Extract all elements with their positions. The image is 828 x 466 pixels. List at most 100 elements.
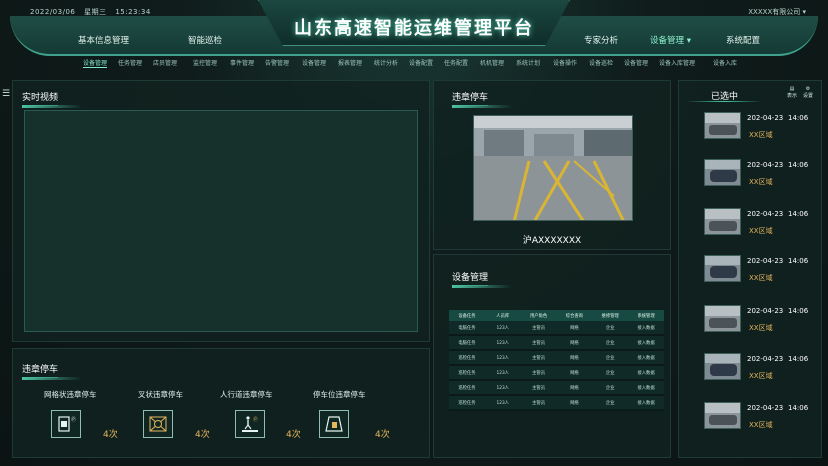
subnav-item[interactable]: 设备管理 (624, 58, 648, 67)
grid-parking-icon[interactable]: Ⓟ (51, 410, 81, 438)
table-row[interactable]: 巡检任务 123人 主管员 网络 企业 接入数据 (449, 396, 664, 411)
table-cell: 主管员 (532, 370, 546, 376)
nav-system-config[interactable]: 系统配置 (726, 34, 760, 46)
list-item[interactable]: 202-04-23 14:06 XX区域 (700, 305, 820, 349)
table-header: 设备任务 人员库 用户角色 综合查询 维修管理 系统管理 (449, 310, 664, 321)
list-item[interactable]: 202-04-23 14:06 XX区域 (700, 402, 820, 446)
table-cell: 网络 (570, 325, 579, 331)
nav-basic-info[interactable]: 基本信息管理 (78, 34, 129, 46)
item-area: XX区域 (749, 421, 773, 429)
list-item[interactable]: 202-04-23 14:06 XX区域 (700, 255, 820, 299)
column-header: 用户角色 (529, 313, 548, 319)
item-time: 14:06 (788, 404, 809, 412)
date: 2022/03/06 (30, 8, 76, 16)
subnav-item[interactable]: 系统计划 (516, 58, 540, 67)
item-date: 202-04-23 (747, 404, 784, 412)
subnav-item[interactable]: 机机管理 (480, 58, 504, 67)
subnav-item[interactable]: 告警管理 (265, 58, 289, 67)
table-cell: 123人 (496, 355, 509, 361)
nav-smart-inspection[interactable]: 智能巡检 (188, 34, 222, 46)
car-thumbnail (704, 159, 741, 186)
item-date: 202-04-23 (747, 307, 784, 315)
subnav-item[interactable]: 统计分析 (374, 58, 398, 67)
subnav-item[interactable]: 店员管理 (153, 58, 177, 67)
table-cell: 接入数据 (637, 370, 655, 376)
nav-expert-analysis[interactable]: 专家分析 (584, 34, 618, 46)
parking-photo[interactable] (473, 115, 633, 221)
table-row[interactable]: 电脑任务 123人 主管员 网络 企业 接入数据 (449, 321, 664, 336)
subnav-item[interactable]: 设备操作 (553, 58, 577, 67)
table-cell: 网络 (570, 400, 579, 406)
list-item[interactable]: 202-04-23 14:06 XX区域 (700, 353, 820, 397)
table-cell: 主管员 (532, 325, 546, 331)
violation-label: 叉状违章停车 (138, 390, 183, 399)
column-header: 设备任务 (458, 313, 476, 319)
subnav-item[interactable]: 设备配置 (409, 58, 433, 67)
device-table: 设备任务 人员库 用户角色 综合查询 维修管理 系统管理 电脑任务 123人 主… (449, 310, 664, 411)
subnav-item[interactable]: 设备入库 (713, 58, 737, 67)
subnav-item[interactable]: 任务配置 (444, 58, 468, 67)
list-view-button[interactable]: ▤ 表示 (785, 86, 799, 99)
cross-parking-icon[interactable] (143, 410, 173, 438)
parking-spot-icon[interactable] (319, 410, 349, 438)
violation-count: 4次 (286, 430, 301, 440)
table-row[interactable]: 巡检任务 123人 主管员 网络 企业 接入数据 (449, 381, 664, 396)
menu-icon[interactable]: ☰ (2, 90, 12, 99)
subnav-item[interactable]: 报表管理 (338, 58, 362, 67)
table-cell: 企业 (605, 325, 615, 331)
table-cell: 网络 (570, 355, 579, 361)
item-time: 14:06 (788, 114, 809, 122)
device-panel-title: 设备管理 (452, 270, 513, 288)
item-area: XX区域 (749, 324, 773, 332)
violation-label: 停车位违章停车 (313, 390, 366, 399)
table-cell: 主管员 (532, 340, 546, 346)
company-dropdown[interactable]: XXXXX有限公司 ▾ (748, 7, 806, 17)
table-cell: 巡检任务 (458, 370, 476, 376)
nav-device-management[interactable]: 设备管理 ▾ (650, 34, 691, 46)
violation-label: 人行道违章停车 (220, 390, 273, 399)
photo-panel-title: 违章停车 (452, 90, 513, 108)
table-cell: 巡检任务 (458, 385, 476, 391)
list-item[interactable]: 202-04-23 14:06 XX区域 (700, 112, 820, 156)
subnav-item[interactable]: 设备管理 (83, 58, 108, 68)
sidewalk-parking-icon[interactable]: Ⓟ (235, 410, 265, 438)
car-thumbnail (704, 305, 741, 332)
subnav-item[interactable]: 设备巡检 (589, 58, 613, 67)
table-cell: 接入数据 (637, 400, 655, 406)
svg-text:Ⓟ: Ⓟ (71, 416, 76, 423)
table-row[interactable]: 巡检任务 123人 主管员 网络 企业 接入数据 (449, 351, 664, 366)
item-date: 202-04-23 (747, 114, 784, 122)
item-area: XX区域 (749, 227, 773, 235)
column-header: 维修管理 (601, 313, 619, 319)
car-thumbnail (704, 112, 741, 139)
car-thumbnail (704, 402, 741, 429)
item-area: XX区域 (749, 274, 773, 282)
item-area: XX区域 (749, 178, 773, 186)
item-time: 14:06 (788, 210, 809, 218)
list-item[interactable]: 202-04-23 14:06 XX区域 (700, 159, 820, 203)
item-date: 202-04-23 (747, 355, 784, 363)
table-cell: 企业 (605, 355, 615, 361)
subnav-item[interactable]: 设备入库管理 (659, 58, 695, 67)
violation-label: 网格状违章停车 (44, 390, 97, 399)
table-row[interactable]: 巡检任务 123人 主管员 网络 企业 接入数据 (449, 366, 664, 381)
subnav-item[interactable]: 设备管理 (302, 58, 326, 67)
settings-button[interactable]: ⚙ 设置 (801, 86, 815, 99)
item-time: 14:06 (788, 257, 809, 265)
list-item[interactable]: 202-04-23 14:06 XX区域 (700, 208, 820, 252)
video-area[interactable] (24, 110, 418, 332)
table-cell: 网络 (570, 385, 579, 391)
violation-count: 4次 (103, 430, 118, 440)
table-cell: 电脑任务 (458, 325, 476, 331)
table-cell: 巡检任务 (458, 400, 476, 406)
car-thumbnail (704, 208, 741, 235)
subnav-item[interactable]: 监控管理 (193, 58, 217, 67)
subnav-item[interactable]: 任务管理 (118, 58, 142, 67)
subnav-item[interactable]: 事件管理 (230, 58, 254, 67)
table-row[interactable]: 电脑任务 123人 主管员 网络 企业 接入数据 (449, 336, 664, 351)
table-cell: 巡检任务 (458, 355, 476, 361)
item-area: XX区域 (749, 131, 773, 139)
settings-label: 设置 (802, 93, 813, 99)
violation-count: 4次 (375, 430, 390, 440)
column-header: 综合查询 (565, 313, 583, 319)
